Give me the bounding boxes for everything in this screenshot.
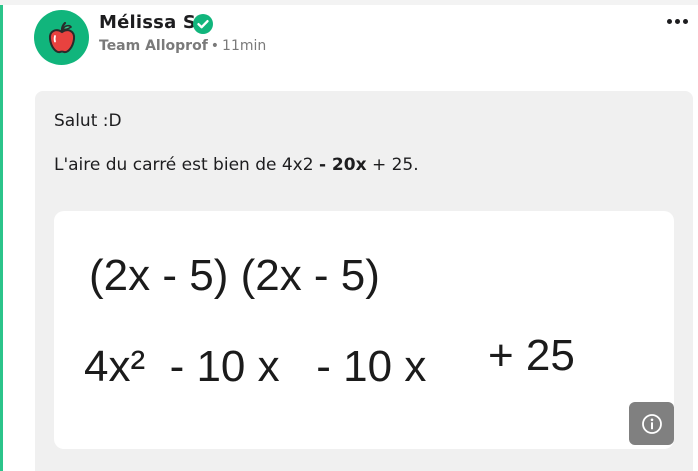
info-icon bbox=[641, 413, 662, 434]
answer-text-suffix: + 25. bbox=[366, 155, 419, 175]
answer-text-prefix: L'aire du carré est bien de 4x2 bbox=[54, 155, 319, 175]
more-horizontal-icon-dot bbox=[666, 18, 672, 24]
apple-icon bbox=[48, 21, 75, 53]
image-info-button[interactable] bbox=[629, 402, 674, 445]
author-name[interactable]: Mélissa S bbox=[99, 12, 196, 33]
more-options-button[interactable] bbox=[662, 12, 692, 30]
meta-separator: • bbox=[210, 38, 220, 54]
post-meta: Team Alloprof • 11min bbox=[99, 38, 266, 54]
answer-text: L'aire du carré est bien de 4x2 - 20x + … bbox=[54, 155, 419, 175]
post-time: 11min bbox=[222, 38, 267, 54]
avatar[interactable] bbox=[34, 10, 89, 65]
greeting-text: Salut :D bbox=[54, 111, 122, 131]
team-label: Team Alloprof bbox=[99, 38, 208, 54]
image-equation-line-2: 4x² - 10 x - 10 x bbox=[84, 342, 427, 391]
image-equation-line-1: (2x - 5) (2x - 5) bbox=[89, 251, 380, 300]
more-horizontal-icon-dot bbox=[674, 18, 680, 24]
attached-image[interactable] bbox=[54, 211, 674, 449]
image-equation-line-2-end: + 25 bbox=[488, 331, 575, 380]
answer-text-bold: - 20x bbox=[318, 155, 367, 175]
thread-indicator-line bbox=[0, 5, 3, 471]
more-horizontal-icon-dot bbox=[682, 18, 688, 24]
check-circle-icon bbox=[193, 14, 213, 34]
top-divider bbox=[0, 0, 698, 5]
